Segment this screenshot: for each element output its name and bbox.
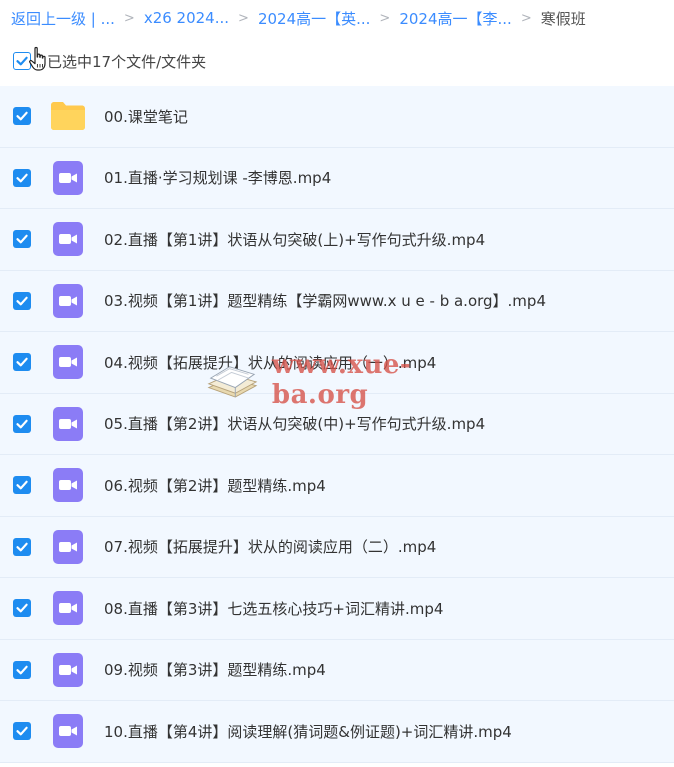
file-row[interactable]: 07.视频【拓展提升】状从的阅读应用（二）.mp4 (0, 516, 674, 578)
file-name[interactable]: 00.课堂笔记 (104, 106, 188, 127)
check-icon (16, 111, 28, 121)
file-row[interactable]: 04.视频【拓展提升】状从的阅读应用（一）.mp4 (0, 332, 674, 394)
check-icon (16, 480, 28, 490)
file-name[interactable]: 01.直播·学习规划课 -李博恩.mp4 (104, 167, 331, 188)
file-checkbox[interactable] (13, 599, 31, 618)
file-row[interactable]: 02.直播【第1讲】状语从句突破(上)+写作句式升级.mp4 (0, 209, 674, 271)
check-icon (16, 419, 28, 429)
check-icon (16, 665, 28, 675)
file-list: 00.课堂笔记 01.直播·学习规划课 -李博恩.mp4 02.直播【第1讲】状语从… (0, 86, 674, 763)
video-icon (50, 590, 86, 626)
check-icon (16, 357, 28, 367)
breadcrumb-separator: > (379, 10, 391, 26)
file-name[interactable]: 07.视频【拓展提升】状从的阅读应用（二）.mp4 (104, 536, 436, 557)
check-icon (16, 603, 28, 613)
file-name[interactable]: 02.直播【第1讲】状语从句突破(上)+写作句式升级.mp4 (104, 229, 485, 250)
file-name[interactable]: 04.视频【拓展提升】状从的阅读应用（一）.mp4 (104, 352, 436, 373)
folder-icon (50, 98, 86, 134)
video-icon (50, 160, 86, 196)
file-row[interactable]: 03.视频【第1讲】题型精练【学霸网www.x u e - b a.org】.m… (0, 270, 674, 332)
file-row[interactable]: 05.直播【第2讲】状语从句突破(中)+写作句式升级.mp4 (0, 393, 674, 455)
file-row[interactable]: 10.直播【第4讲】阅读理解(猜词题&例证题)+词汇精讲.mp4 (0, 701, 674, 763)
file-checkbox[interactable] (13, 537, 31, 556)
file-checkbox[interactable] (13, 230, 31, 249)
breadcrumb: 返回上一级 | ... > x26 2024... > 2024高一【英... … (0, 0, 674, 36)
hand-cursor-icon (29, 46, 46, 71)
video-icon (50, 529, 86, 565)
file-checkbox[interactable] (13, 291, 31, 310)
breadcrumb-separator: > (238, 10, 249, 26)
breadcrumb-link-english[interactable]: 2024高一【英... (258, 8, 370, 29)
breadcrumb-back-link[interactable]: 返回上一级 | ... (11, 8, 115, 29)
video-icon (50, 344, 86, 380)
file-row[interactable]: 09.视频【第3讲】题型精练.mp4 (0, 639, 674, 701)
breadcrumb-link-li[interactable]: 2024高一【李... (399, 8, 511, 29)
file-name[interactable]: 08.直播【第3讲】七选五核心技巧+词汇精讲.mp4 (104, 598, 443, 619)
file-name[interactable]: 09.视频【第3讲】题型精练.mp4 (104, 659, 326, 680)
video-icon (50, 406, 86, 442)
file-checkbox[interactable] (13, 660, 31, 679)
breadcrumb-separator: > (123, 10, 135, 26)
video-icon (50, 652, 86, 688)
selection-count-text: 已选中17个文件/文件夹 (47, 52, 207, 71)
file-name[interactable]: 06.视频【第2讲】题型精练.mp4 (104, 475, 326, 496)
file-checkbox[interactable] (13, 476, 31, 495)
file-row[interactable]: 01.直播·学习规划课 -李博恩.mp4 (0, 147, 674, 209)
check-icon (16, 173, 28, 183)
breadcrumb-separator: > (520, 10, 532, 26)
selection-bar: 已选中17个文件/文件夹 (0, 36, 674, 86)
video-icon (50, 467, 86, 503)
video-icon (50, 221, 86, 257)
file-name[interactable]: 05.直播【第2讲】状语从句突破(中)+写作句式升级.mp4 (104, 413, 485, 434)
check-icon (16, 542, 28, 552)
check-icon (16, 56, 28, 66)
video-icon (50, 283, 86, 319)
file-row[interactable]: 00.课堂笔记 (0, 86, 674, 148)
file-row[interactable]: 08.直播【第3讲】七选五核心技巧+词汇精讲.mp4 (0, 578, 674, 640)
file-name[interactable]: 03.视频【第1讲】题型精练【学霸网www.x u e - b a.org】.m… (104, 290, 546, 311)
check-icon (16, 234, 28, 244)
check-icon (16, 726, 28, 736)
file-checkbox[interactable] (13, 168, 31, 187)
file-row[interactable]: 06.视频【第2讲】题型精练.mp4 (0, 455, 674, 517)
breadcrumb-current: 寒假班 (540, 9, 586, 28)
file-name[interactable]: 10.直播【第4讲】阅读理解(猜词题&例证题)+词汇精讲.mp4 (104, 721, 512, 742)
video-icon (50, 713, 86, 749)
file-checkbox[interactable] (13, 722, 31, 741)
file-checkbox[interactable] (13, 414, 31, 433)
breadcrumb-link-x26[interactable]: x26 2024... (144, 9, 229, 27)
file-checkbox[interactable] (13, 107, 31, 126)
check-icon (16, 296, 28, 306)
file-checkbox[interactable] (13, 353, 31, 372)
